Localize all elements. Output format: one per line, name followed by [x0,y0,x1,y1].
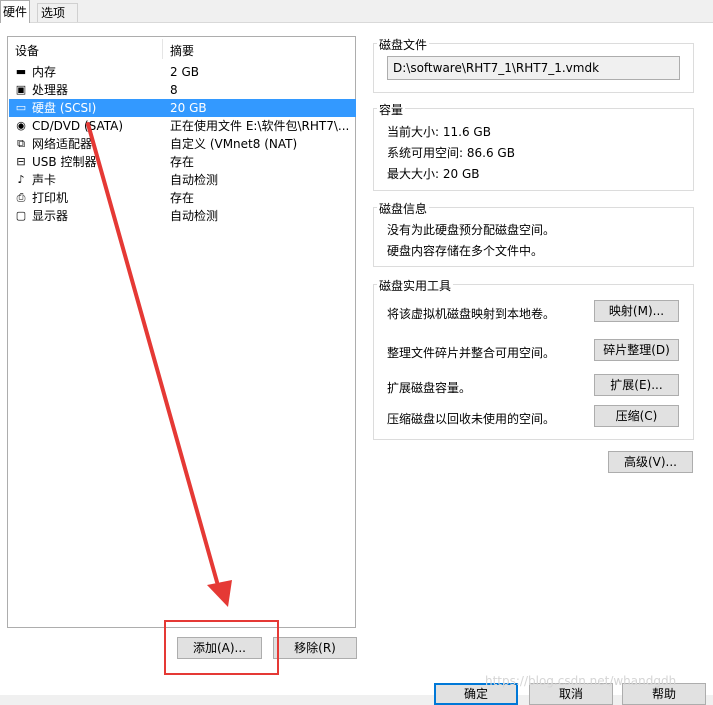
annotation-highlight-box [164,620,279,675]
annotation-overlay [86,122,232,607]
tab-hardware[interactable]: 硬件 [0,0,31,23]
annotation-arrow-line [86,122,219,584]
annotation-arrow-head [207,580,232,607]
watermark-text: https://blog.csdn.net/whandgdh [485,674,677,688]
